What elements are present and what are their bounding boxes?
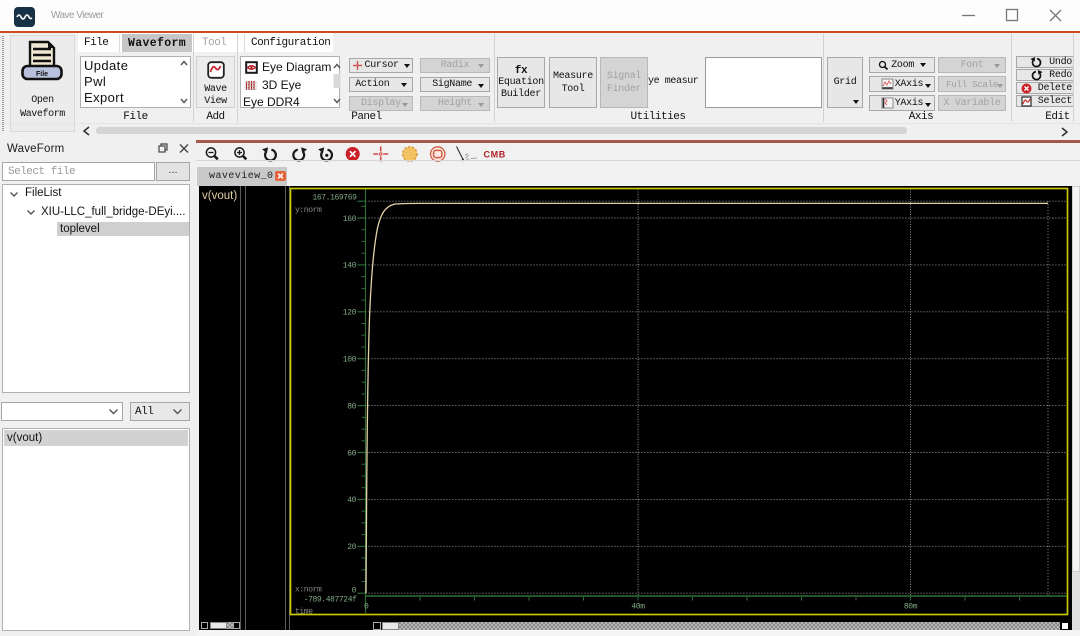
svg-text:File: File [36,71,48,78]
svg-text:80: 80 [347,402,356,411]
svg-text:160: 160 [343,215,357,224]
svg-text:CMB: CMB [484,150,506,160]
svg-text:100: 100 [343,356,357,365]
svg-text:0: 0 [352,586,357,595]
svg-text:40m: 40m [631,603,645,612]
svg-text:40: 40 [347,496,356,505]
svg-text:120: 120 [343,309,357,318]
svg-text:0: 0 [364,603,369,612]
svg-text:20: 20 [347,543,356,552]
svg-text:140: 140 [343,262,357,271]
svg-text:60: 60 [347,449,356,458]
svg-text:80m: 80m [904,603,918,612]
svg-text:167.169769: 167.169769 [312,194,357,203]
svg-text:x:norm: x:norm [295,586,322,595]
svg-text:-789.487724f: -789.487724f [304,596,357,605]
svg-text:y:norm: y:norm [295,206,322,215]
